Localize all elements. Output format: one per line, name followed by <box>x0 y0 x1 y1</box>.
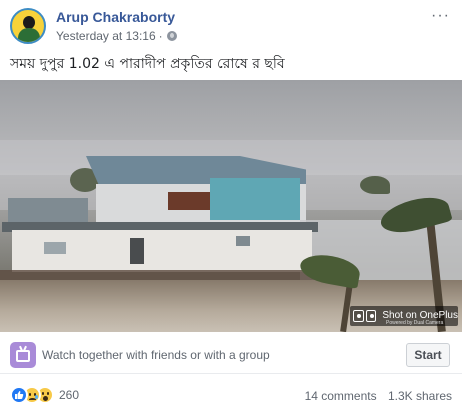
sad-tear <box>35 395 38 399</box>
video-wall-blue <box>210 178 300 220</box>
wow-eye-right <box>47 392 49 395</box>
video-window <box>168 192 210 210</box>
video-door <box>130 238 144 264</box>
author-name[interactable]: Arup Chakraborty <box>56 9 175 25</box>
post-timestamp[interactable]: Yesterday at 13:16 <box>56 29 156 43</box>
wow-eye-left <box>42 392 44 395</box>
camera-icon <box>353 310 364 322</box>
avatar[interactable] <box>10 8 46 44</box>
reaction-count[interactable]: 260 <box>59 388 79 402</box>
watch-together-bar: Watch together with friends or with a gr… <box>0 336 462 374</box>
reactions-summary[interactable]: 260 <box>10 386 79 404</box>
post-meta: Yesterday at 13:16 · <box>56 29 177 43</box>
wow-mouth <box>43 396 48 401</box>
globe-icon[interactable] <box>166 31 177 41</box>
watch-party-icon <box>10 342 36 368</box>
facebook-post: Arup Chakraborty Yesterday at 13:16 · ··… <box>0 0 462 412</box>
avatar-body <box>18 28 40 42</box>
meta-separator: · <box>158 29 163 43</box>
post-footer: 260 14 comments 1.3K shares <box>0 380 462 408</box>
watch-together-text: Watch together with friends or with a gr… <box>42 348 270 362</box>
video-window-a <box>44 242 66 254</box>
video-window-b <box>236 236 250 246</box>
more-options-icon[interactable]: ··· <box>431 8 450 24</box>
comments-count[interactable]: 14 comments <box>305 389 377 403</box>
tv-icon <box>16 350 30 362</box>
sad-eye-left <box>29 393 31 396</box>
video-palm-fronds-3 <box>360 176 390 194</box>
video-player[interactable]: Shot on OnePlus Powered by Dual Camera <box>0 80 462 332</box>
start-button[interactable]: Start <box>406 343 450 367</box>
camera-icon <box>365 310 377 322</box>
post-header: Arup Chakraborty Yesterday at 13:16 · ··… <box>10 8 452 48</box>
post-caption: সময় দুপুর 1.02 এ পারাদীপ প্রকৃতির রোষে … <box>10 56 285 72</box>
watermark-subtext: Powered by Dual Camera <box>386 320 444 326</box>
like-icon <box>10 386 28 404</box>
post-stats: 14 comments 1.3K shares <box>305 389 452 403</box>
shares-count[interactable]: 1.3K shares <box>388 389 452 403</box>
